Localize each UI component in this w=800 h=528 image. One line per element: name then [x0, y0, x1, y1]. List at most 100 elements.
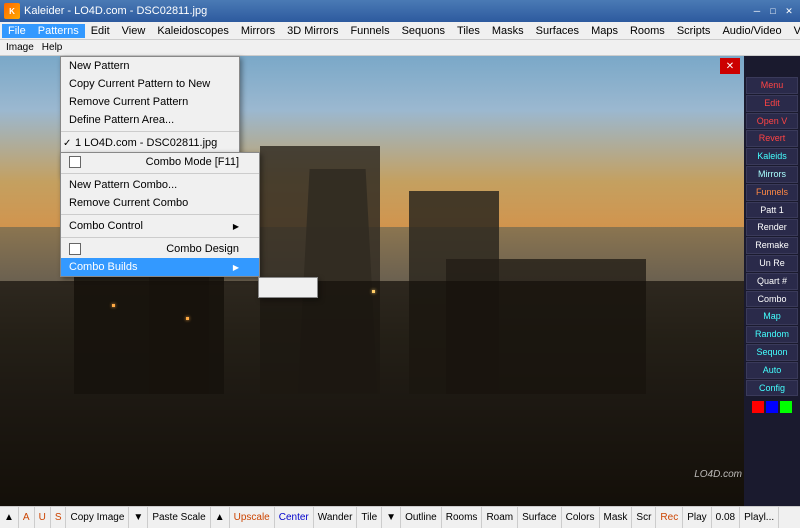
combo-design-checkbox[interactable] — [69, 243, 81, 255]
bottom-paste-scale[interactable]: Paste Scale — [148, 507, 210, 528]
bottom-rec[interactable]: Rec — [656, 507, 683, 528]
title-bar-title: Kaleider - LO4D.com - DSC02811.jpg — [24, 5, 207, 17]
bottom-s[interactable]: S — [51, 507, 67, 528]
menu-funnels[interactable]: Funnels — [344, 24, 395, 38]
bottom-upscale[interactable]: Upscale — [230, 507, 275, 528]
main-area: ✕ Menu Edit Open V Revert Kaleids Mirror… — [0, 56, 800, 506]
maximize-button[interactable]: □ — [766, 4, 780, 18]
sidebar-edit-btn[interactable]: Edit — [746, 95, 798, 112]
right-sidebar: ✕ Menu Edit Open V Revert Kaleids Mirror… — [744, 56, 800, 506]
bottom-scr[interactable]: Scr — [632, 507, 656, 528]
menu-3d-mirrors[interactable]: 3D Mirrors — [281, 24, 344, 38]
title-bar-left: K Kaleider - LO4D.com - DSC02811.jpg — [4, 3, 207, 19]
separator1 — [61, 131, 239, 132]
sidebar-remake-btn[interactable]: Remake — [746, 237, 798, 254]
sidebar-map-btn[interactable]: Map — [746, 308, 798, 325]
bottom-a[interactable]: A — [19, 507, 35, 528]
sidebar-random-btn[interactable]: Random — [746, 326, 798, 343]
menu-audiovideo[interactable]: Audio/Video — [716, 24, 787, 38]
menu-remove-pattern[interactable]: Remove Current Pattern — [61, 93, 239, 111]
menu-view[interactable]: View — [116, 24, 152, 38]
bottom-up2[interactable]: ▲ — [211, 507, 230, 528]
color-red[interactable] — [752, 401, 764, 413]
bottom-colors[interactable]: Colors — [562, 507, 600, 528]
menu-vj[interactable]: VJ — [788, 24, 800, 38]
combo-mode-checkbox[interactable] — [69, 156, 81, 168]
menu-copy-pattern[interactable]: Copy Current Pattern to New — [61, 75, 239, 93]
sidebar-sequon-btn[interactable]: Sequon — [746, 344, 798, 361]
menu-new-pattern[interactable]: New Pattern — [61, 57, 239, 75]
menu-patterns[interactable]: Patterns — [32, 24, 85, 38]
bottom-wander[interactable]: Wander — [314, 507, 358, 528]
menu-masks[interactable]: Masks — [486, 24, 530, 38]
combo-design-label: Combo Design — [166, 243, 239, 255]
menu-combo-control[interactable]: Combo Control — [61, 217, 259, 235]
bottom-outline[interactable]: Outline — [401, 507, 442, 528]
bottom-roam[interactable]: Roam — [482, 507, 518, 528]
menu-file[interactable]: File — [2, 24, 32, 38]
app-icon: K — [4, 3, 20, 19]
bottom-down-arrow[interactable]: ▼ — [129, 507, 148, 528]
menu-kaleidoscopes[interactable]: Kaleidoscopes — [151, 24, 235, 38]
close-button[interactable]: ✕ — [782, 4, 796, 18]
builds-submenu — [258, 277, 318, 298]
sidebar-combo-btn[interactable]: Combo — [746, 291, 798, 308]
menu-bar2: Image Help — [0, 40, 800, 56]
menu-current-file[interactable]: 1 LO4D.com - DSC02811.jpg — [61, 134, 239, 152]
sidebar-revert-btn[interactable]: Revert — [746, 130, 798, 147]
sidebar-funnels-btn[interactable]: Funnels — [746, 184, 798, 201]
menu-bar: File Patterns Edit View Kaleidoscopes Mi… — [0, 22, 800, 40]
menu-combo-mode[interactable]: Combo Mode [F11] — [61, 153, 259, 171]
sidebar-auto-btn[interactable]: Auto — [746, 362, 798, 379]
menu-new-combo[interactable]: New Pattern Combo... — [61, 176, 259, 194]
title-bar: K Kaleider - LO4D.com - DSC02811.jpg ─ □… — [0, 0, 800, 22]
minimize-button[interactable]: ─ — [750, 4, 764, 18]
sidebar-close-x[interactable]: ✕ — [720, 58, 740, 74]
menu-combo-design[interactable]: Combo Design — [61, 240, 259, 258]
menu-tiles[interactable]: Tiles — [451, 24, 486, 38]
bottom-center[interactable]: Center — [275, 507, 314, 528]
menu-mirrors[interactable]: Mirrors — [235, 24, 281, 38]
bottom-tile[interactable]: Tile — [357, 507, 382, 528]
builds-empty — [259, 278, 317, 297]
bottom-speed[interactable]: 0.08 — [712, 507, 740, 528]
bottom-up-arrow[interactable]: ▲ — [0, 507, 19, 528]
sidebar-open-v-btn[interactable]: Open V — [746, 113, 798, 130]
sidebar-mirrors-btn[interactable]: Mirrors — [746, 166, 798, 183]
bottom-u[interactable]: U — [35, 507, 51, 528]
combo-mode-label: Combo Mode [F11] — [146, 156, 239, 168]
title-bar-controls: ─ □ ✕ — [750, 4, 796, 18]
menu-define-area[interactable]: Define Pattern Area... — [61, 111, 239, 129]
sep-combos2 — [61, 214, 259, 215]
combos-submenu: Combo Mode [F11] New Pattern Combo... Re… — [60, 152, 260, 277]
menu2-image[interactable]: Image — [2, 41, 38, 54]
sidebar-config-btn[interactable]: Config — [746, 380, 798, 397]
menu-edit[interactable]: Edit — [85, 24, 116, 38]
sidebar-menu-btn[interactable]: Menu — [746, 77, 798, 94]
bottom-down2[interactable]: ▼ — [382, 507, 401, 528]
bottom-playl[interactable]: Playl... — [740, 507, 779, 528]
color-blue[interactable] — [766, 401, 778, 413]
menu-rooms[interactable]: Rooms — [624, 24, 671, 38]
logo: LO4D.com — [694, 469, 742, 480]
menu2-help[interactable]: Help — [38, 41, 67, 54]
menu-surfaces[interactable]: Surfaces — [530, 24, 585, 38]
sidebar-render-btn[interactable]: Render — [746, 219, 798, 236]
bottom-surface[interactable]: Surface — [518, 507, 561, 528]
menu-remove-combo[interactable]: Remove Current Combo — [61, 194, 259, 212]
bottom-copy-image[interactable]: Copy Image — [66, 507, 129, 528]
sidebar-un-re-btn[interactable]: Un Re — [746, 255, 798, 272]
bottom-play[interactable]: Play — [683, 507, 711, 528]
sidebar-quart-btn[interactable]: Quart # — [746, 273, 798, 290]
color-green[interactable] — [780, 401, 792, 413]
bottom-mask[interactable]: Mask — [600, 507, 633, 528]
menu-maps[interactable]: Maps — [585, 24, 624, 38]
sidebar-patt1-btn[interactable]: Patt 1 — [746, 202, 798, 219]
menu-scripts[interactable]: Scripts — [671, 24, 717, 38]
menu-sequons[interactable]: Sequons — [396, 24, 451, 38]
menu-combo-builds[interactable]: Combo Builds — [61, 258, 259, 276]
bottom-rooms[interactable]: Rooms — [442, 507, 483, 528]
sep-combos1 — [61, 173, 259, 174]
sidebar-kaleids-btn[interactable]: Kaleids — [746, 148, 798, 165]
sep-combos3 — [61, 237, 259, 238]
